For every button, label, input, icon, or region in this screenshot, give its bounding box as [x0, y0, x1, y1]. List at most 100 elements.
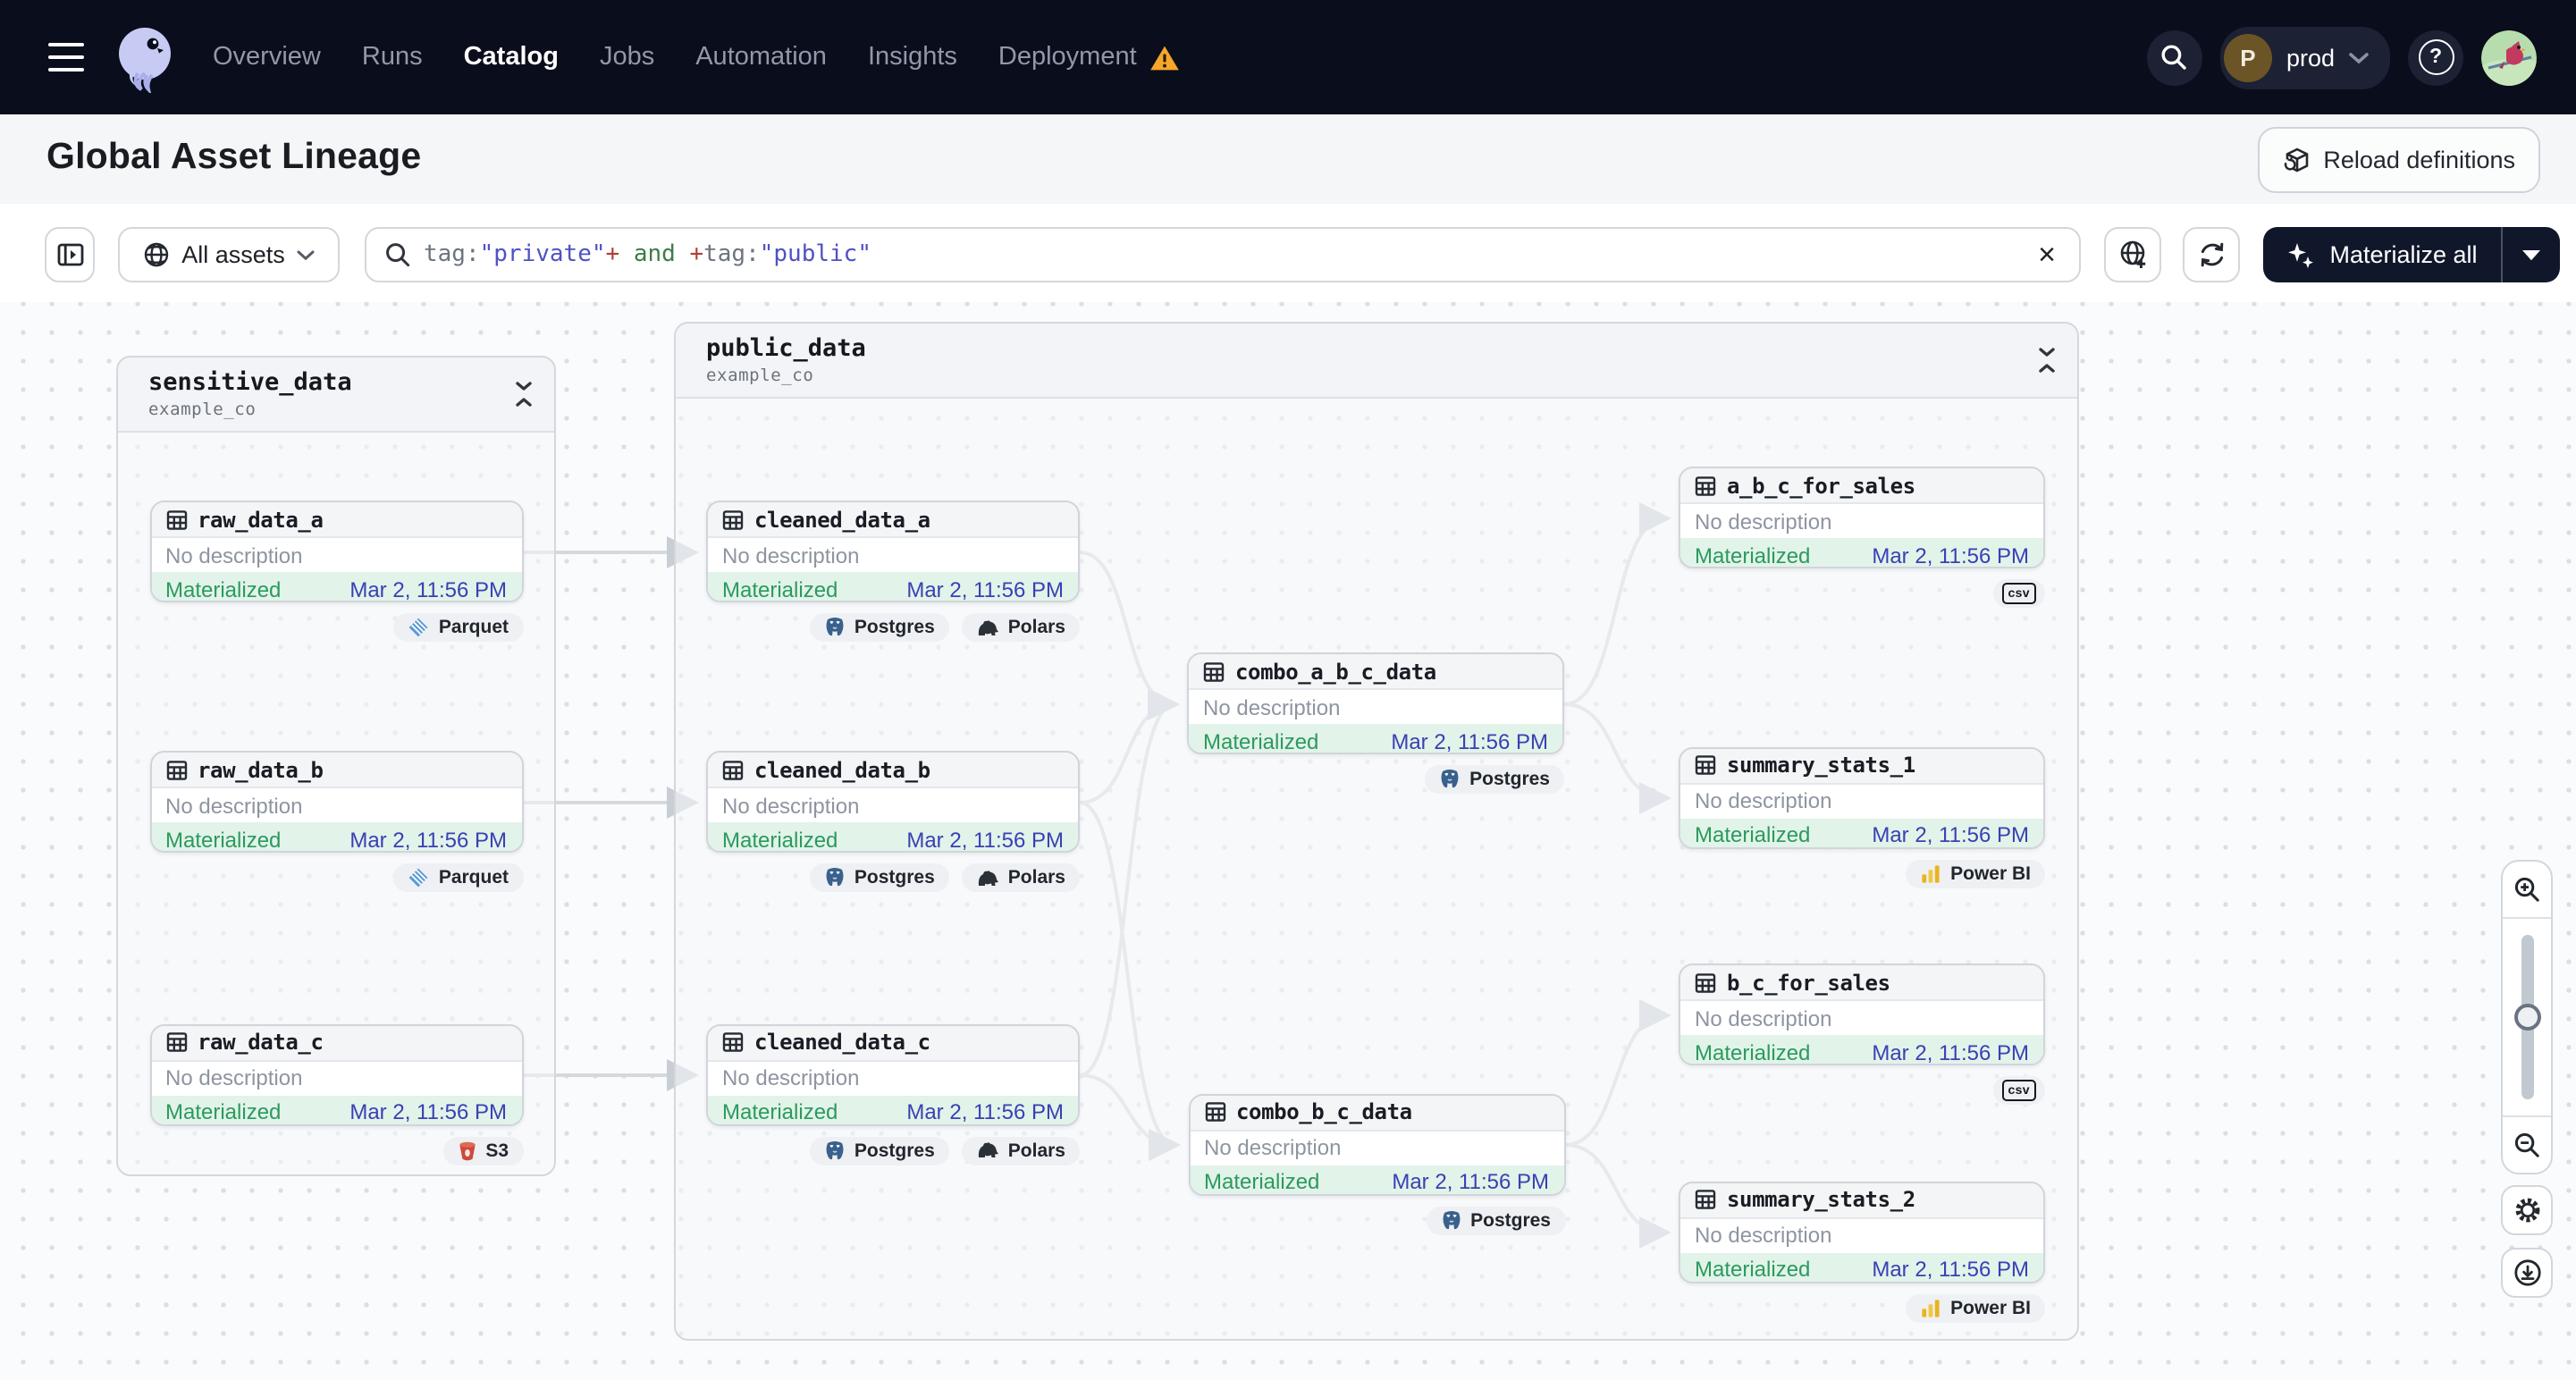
tag-postgres: Postgres [1426, 1206, 1565, 1234]
graph-settings-button[interactable] [2501, 1185, 2553, 1235]
asset-description-text: No description [1695, 1223, 1832, 1248]
table-icon [722, 759, 744, 780]
materialization-timestamp[interactable]: Mar 2, 11:56 PM [1391, 728, 1548, 753]
chevron-down-icon [2349, 52, 2369, 63]
group-title: sensitive_data [148, 368, 352, 397]
collapse-group-icon[interactable] [513, 381, 535, 417]
asset-status-row: Materialized Mar 2, 11:56 PM [1189, 724, 1562, 753]
asset-search-input[interactable]: tag:"private"+ and +tag:"public" × [365, 227, 2081, 282]
asset-description: No description [1680, 784, 2043, 818]
top-navbar: Overview Runs Catalog Jobs Automation Insight… [0, 0, 2576, 114]
deployment-switcher[interactable]: P prod [2219, 26, 2390, 88]
search-icon[interactable] [2146, 29, 2202, 85]
help-icon[interactable]: ? [2408, 29, 2463, 85]
asset-tags: Parquet [149, 863, 523, 892]
query-segment: and [619, 241, 690, 268]
nav-item-automation[interactable]: Automation [695, 43, 827, 72]
reload-definitions-button[interactable]: Reload definitions [2257, 127, 2540, 193]
search-query-text: tag:"private"+ and +tag:"public" [424, 241, 871, 268]
asset-scope-dropdown[interactable]: All assets [118, 227, 340, 282]
materialize-options-button[interactable] [2501, 227, 2560, 282]
materialization-timestamp[interactable]: Mar 2, 11:56 PM [906, 827, 1064, 851]
asset-group-header[interactable]: sensitive_data example_co [118, 358, 554, 433]
table-icon [165, 1031, 187, 1053]
materialization-timestamp[interactable]: Mar 2, 11:56 PM [349, 576, 507, 601]
dagster-logo-icon[interactable] [109, 21, 181, 93]
csv-icon: csv [2001, 1080, 2036, 1101]
asset-description: No description [1680, 504, 2043, 538]
parquet-icon [408, 617, 430, 638]
asset-name: raw_data_a [198, 507, 324, 532]
toggle-left-panel-button[interactable] [45, 227, 95, 282]
materialize-all-button[interactable]: Materialize all [2263, 240, 2501, 269]
postgres-icon [824, 867, 846, 888]
asset-tags: Power BI [1679, 859, 2045, 888]
materialization-timestamp[interactable]: Mar 2, 11:56 PM [1392, 1169, 1549, 1193]
materialization-timestamp[interactable]: Mar 2, 11:56 PM [906, 576, 1064, 601]
s3-icon [457, 1140, 476, 1161]
lineage-canvas[interactable]: sensitive_data example_co public_data examp… [0, 302, 2576, 1380]
asset-status-row: Materialized Mar 2, 11:56 PM [151, 572, 521, 601]
asset-node-header: cleaned_data_a [708, 502, 1078, 538]
asset-node-cleaned_data_b[interactable]: cleaned_data_b No description Materialized… [706, 751, 1080, 853]
asset-node-raw_data_c[interactable]: raw_data_c No description Materialized Mar … [149, 1023, 523, 1125]
refresh-icon [2200, 242, 2223, 267]
nav-item-jobs[interactable]: Jobs [600, 43, 654, 72]
materialization-timestamp[interactable]: Mar 2, 11:56 PM [1872, 1257, 2029, 1281]
materialization-timestamp[interactable]: Mar 2, 11:56 PM [349, 827, 507, 851]
tag-label: S3 [485, 1140, 509, 1161]
nav-item-runs[interactable]: Runs [362, 43, 423, 72]
parquet-icon [408, 867, 430, 888]
dagster-app: Overview Runs Catalog Jobs Automation Insight… [0, 0, 2576, 1380]
zoom-slider-thumb[interactable] [2513, 1004, 2540, 1031]
zoom-out-button[interactable] [2503, 1117, 2551, 1173]
asset-node-cleaned_data_c[interactable]: cleaned_data_c No description Materialized… [706, 1023, 1080, 1125]
asset-node-cleaned_data_a[interactable]: cleaned_data_a No description Materialized… [706, 501, 1080, 602]
materialized-status: Materialized [165, 827, 282, 852]
nav-item-deployment[interactable]: Deployment [998, 43, 1137, 72]
asset-node-summary_stats_2[interactable]: summary_stats_2 No description Materialize… [1679, 1181, 2045, 1283]
asset-tags: Postgres [1187, 765, 1564, 794]
asset-node-raw_data_b[interactable]: raw_data_b No description Materialized Mar … [149, 751, 523, 853]
asset-group-header[interactable]: public_data example_co [676, 324, 2077, 399]
zoom-in-button[interactable] [2503, 862, 2551, 917]
panel-expand-icon [56, 243, 83, 266]
nav-item-insights[interactable]: Insights [868, 43, 957, 72]
collapse-group-icon[interactable] [2036, 347, 2058, 383]
download-image-button[interactable] [2501, 1248, 2553, 1298]
materialization-timestamp[interactable]: Mar 2, 11:56 PM [349, 1099, 507, 1123]
materialization-timestamp[interactable]: Mar 2, 11:56 PM [1872, 822, 2029, 846]
asset-description: No description [1680, 1001, 2043, 1035]
materialization-timestamp[interactable]: Mar 2, 11:56 PM [1872, 1039, 2029, 1064]
asset-status-row: Materialized Mar 2, 11:56 PM [1680, 818, 2043, 846]
tag-label: Polars [1007, 617, 1065, 638]
asset-node-header: a_b_c_for_sales [1680, 468, 2043, 504]
clear-search-icon[interactable]: × [2029, 234, 2065, 277]
menu-icon[interactable] [48, 43, 84, 72]
user-avatar[interactable] [2481, 29, 2537, 85]
asset-node-a_b_c_for_sales[interactable]: a_b_c_for_sales No description Materialize… [1679, 467, 2045, 568]
asset-description-text: No description [1695, 788, 1832, 813]
nav-item-overview[interactable]: Overview [213, 43, 321, 72]
asset-node-header: raw_data_a [151, 502, 521, 538]
tag-label: Power BI [1950, 862, 2031, 884]
materialized-status: Materialized [1695, 543, 1811, 568]
nav-items: Overview Runs Catalog Jobs Automation Insight… [213, 43, 1180, 72]
asset-status-row: Materialized Mar 2, 11:56 PM [708, 572, 1078, 601]
refresh-button[interactable] [2183, 227, 2240, 282]
tag-s3: S3 [442, 1136, 523, 1165]
view-global-lineage-button[interactable] [2104, 227, 2161, 282]
asset-node-combo_b_c_data[interactable]: combo_b_c_data No description Materialized… [1188, 1093, 1565, 1195]
asset-node-b_c_for_sales[interactable]: b_c_for_sales No description Materialized M… [1679, 963, 2045, 1065]
asset-node-summary_stats_1[interactable]: summary_stats_1 No description Materialize… [1679, 746, 2045, 848]
query-segment: + [689, 241, 704, 268]
materialize-all-split-button: Materialize all [2263, 227, 2560, 282]
asset-node-raw_data_a[interactable]: raw_data_a No description Materialized Mar … [149, 501, 523, 602]
tag-label: Polars [1007, 1140, 1065, 1161]
nav-item-catalog[interactable]: Catalog [464, 43, 559, 72]
materialization-timestamp[interactable]: Mar 2, 11:56 PM [906, 1099, 1064, 1123]
materialization-timestamp[interactable]: Mar 2, 11:56 PM [1872, 543, 2029, 567]
gear-icon [2514, 1198, 2539, 1223]
asset-node-combo_a_b_c_data[interactable]: combo_a_b_c_data No description Materializ… [1187, 652, 1564, 754]
powerbi-icon [1920, 862, 1941, 884]
